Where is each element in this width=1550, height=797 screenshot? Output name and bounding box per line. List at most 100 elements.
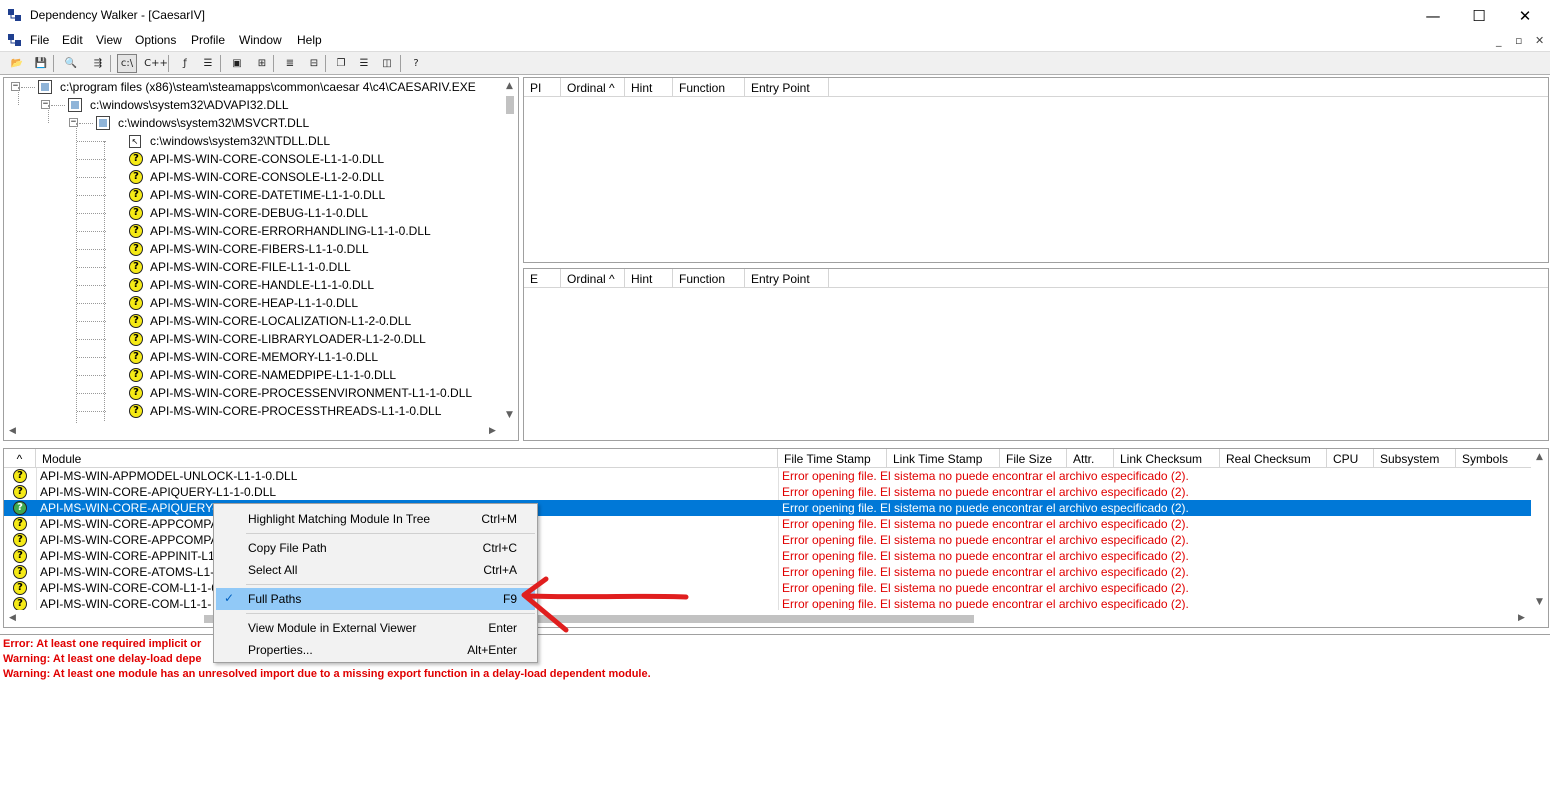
menu-options[interactable]: Options [135,33,176,47]
scroll-right-arrow-icon[interactable]: ▶ [484,423,501,440]
maximize-button[interactable]: ☐ [1456,0,1502,31]
mdi-restore-button[interactable]: ▫ [1515,34,1522,47]
tree-node[interactable]: ? API-MS-WIN-CORE-PROCESSTHREADS-L1-1-0.D… [4,402,500,420]
tree-node[interactable]: ? API-MS-WIN-CORE-NAMEDPIPE-L1-1-0.DLL [4,366,500,384]
tree-node[interactable]: − c:\windows\system32\ADVAPI32.DLL [4,96,500,114]
menu-view[interactable]: View [96,33,122,47]
module-row[interactable]: ? API-MS-WIN-CORE-APIQUERY-L1-1-0.DLL Erro… [4,484,1531,500]
menu-window[interactable]: Window [239,33,282,47]
hierarchy-icon[interactable]: ⇶ [88,54,108,73]
col-pi[interactable]: PI [524,78,561,97]
col-entry-point[interactable]: Entry Point [745,269,829,288]
close-button[interactable]: ✕ [1502,0,1548,31]
menu-file[interactable]: File [30,33,49,47]
scroll-up-arrow-icon[interactable]: ▲ [1531,449,1548,466]
menu-help[interactable]: Help [297,33,322,47]
scroll-left-arrow-icon[interactable]: ◀ [4,423,21,440]
col-ordinal[interactable]: Ordinal ^ [561,269,625,288]
tree-node[interactable]: ? API-MS-WIN-CORE-DATETIME-L1-1-0.DLL [4,186,500,204]
col-hint[interactable]: Hint [625,269,673,288]
select-all-menu-item[interactable]: Select All Ctrl+A [216,559,535,581]
module-list-header: ^ Module File Time Stamp Link Time Stamp… [4,449,1548,468]
module-row[interactable]: ? API-MS-WIN-APPMODEL-UNLOCK-L1-1-0.DLL Er… [4,468,1531,484]
col-function[interactable]: Function [673,78,745,97]
col-ordinal[interactable]: Ordinal ^ [561,78,625,97]
tree-node[interactable]: ? API-MS-WIN-CORE-ERRORHANDLING-L1-1-0.DL… [4,222,500,240]
highlight-matching-module-menu-item[interactable]: Highlight Matching Module In Tree Ctrl+M [216,508,535,530]
col-link-checksum[interactable]: Link Checksum [1114,449,1220,468]
mdi-app-icon[interactable] [8,34,22,47]
cascade-icon[interactable]: ❐ [331,54,351,73]
system-info-icon[interactable]: ▣ [227,54,247,73]
col-cpu[interactable]: CPU [1327,449,1374,468]
parent-imports-list[interactable]: PI Ordinal ^ Hint Function Entry Point [523,77,1549,263]
expand-all-icon[interactable]: ≣ [280,54,300,73]
tree-node-label: API-MS-WIN-CORE-CONSOLE-L1-1-0.DLL [150,152,385,166]
module-dependency-tree[interactable]: − c:\program files (x86)\steam\steamapps\… [3,77,519,441]
collapse-all-icon[interactable]: ⊟ [304,54,324,73]
tree-vertical-scrollbar[interactable]: ▲ ▼ [501,78,518,424]
tile-horizontal-icon[interactable]: ☰ [354,54,374,73]
col-entry-point[interactable]: Entry Point [745,78,829,97]
tree-node[interactable]: ? API-MS-WIN-CORE-HANDLE-L1-1-0.DLL [4,276,500,294]
properties-icon[interactable]: ☰ [198,54,218,73]
missing-module-icon: ? [129,368,143,382]
tree-node-label: c:\windows\system32\ADVAPI32.DLL [90,98,289,112]
find-icon[interactable]: 🔍 [61,54,81,73]
mdi-close-button[interactable]: ✕ [1535,34,1544,47]
scroll-down-arrow-icon[interactable]: ▼ [501,407,518,424]
tree-node[interactable]: ? API-MS-WIN-CORE-LOCALIZATION-L1-2-0.DLL [4,312,500,330]
col-sort[interactable]: ^ [4,449,36,468]
save-icon[interactable]: 💾 [31,54,51,73]
menu-edit[interactable]: Edit [62,33,83,47]
col-function[interactable]: Function [673,269,745,288]
minimize-button[interactable]: — [1410,0,1456,31]
scroll-up-arrow-icon[interactable]: ▲ [501,78,518,95]
tree-node[interactable]: ↖ c:\windows\system32\NTDLL.DLL [4,132,500,150]
tree-node[interactable]: ? API-MS-WIN-CORE-LIBRARYLOADER-L1-2-0.DL… [4,330,500,348]
context-help-icon[interactable]: ? [406,54,426,73]
view-in-external-viewer-menu-item[interactable]: View Module in External Viewer Enter [216,617,535,639]
external-viewer-icon[interactable]: ⊞ [252,54,272,73]
tree-node[interactable]: − c:\windows\system32\MSVCRT.DLL [4,114,500,132]
tree-node[interactable]: − c:\program files (x86)\steam\steamapps\… [4,78,500,96]
tree-node[interactable]: ? API-MS-WIN-CORE-MEMORY-L1-1-0.DLL [4,348,500,366]
missing-module-icon: ? [129,332,143,346]
module-error: Error opening file. El sistema no puede … [782,581,1189,595]
col-link-time-stamp[interactable]: Link Time Stamp [887,449,1000,468]
copy-file-path-menu-item[interactable]: Copy File Path Ctrl+C [216,537,535,559]
tile-vertical-icon[interactable]: ◫ [377,54,397,73]
scroll-left-arrow-icon[interactable]: ◀ [4,610,21,627]
col-file-time-stamp[interactable]: File Time Stamp [778,449,887,468]
open-folder-icon[interactable]: 📂 [7,54,27,73]
scrollbar-thumb[interactable] [506,96,514,114]
tree-node[interactable]: ? API-MS-WIN-CORE-DEBUG-L1-1-0.DLL [4,204,500,222]
view-function-icon[interactable]: ƒ [175,54,195,73]
module-list-vertical-scrollbar[interactable]: ▲ ▼ [1531,449,1548,612]
mdi-minimize-button[interactable]: _ [1496,34,1502,47]
exports-list[interactable]: E Ordinal ^ Hint Function Entry Point [523,268,1549,441]
tree-node[interactable]: ? API-MS-WIN-CORE-FILE-L1-1-0.DLL [4,258,500,276]
col-attr[interactable]: Attr. [1067,449,1114,468]
full-paths-icon[interactable]: c:\ [117,54,137,73]
undecorate-cpp-icon[interactable]: C++ [144,54,168,73]
col-subsystem[interactable]: Subsystem [1374,449,1456,468]
scroll-right-arrow-icon[interactable]: ▶ [1513,610,1530,627]
full-paths-menu-item[interactable]: ✓ Full Paths F9 [216,588,535,610]
tree-node[interactable]: ? API-MS-WIN-CORE-CONSOLE-L1-2-0.DLL [4,168,500,186]
col-symbols[interactable]: Symbols [1456,449,1532,468]
col-hint[interactable]: Hint [625,78,673,97]
tree-node[interactable]: ? API-MS-WIN-CORE-HEAP-L1-1-0.DLL [4,294,500,312]
tree-node[interactable]: ? API-MS-WIN-CORE-CONSOLE-L1-1-0.DLL [4,150,500,168]
scroll-down-arrow-icon[interactable]: ▼ [1531,594,1548,611]
tree-horizontal-scrollbar[interactable]: ◀ ▶ [4,423,501,440]
col-module[interactable]: Module [36,449,778,468]
col-e[interactable]: E [524,269,561,288]
menu-profile[interactable]: Profile [191,33,225,47]
col-real-checksum[interactable]: Real Checksum [1220,449,1327,468]
tree-connector [77,267,106,268]
tree-node[interactable]: ? API-MS-WIN-CORE-PROCESSENVIRONMENT-L1-1… [4,384,500,402]
col-file-size[interactable]: File Size [1000,449,1067,468]
tree-node[interactable]: ? API-MS-WIN-CORE-FIBERS-L1-1-0.DLL [4,240,500,258]
properties-menu-item[interactable]: Properties... Alt+Enter [216,639,535,661]
